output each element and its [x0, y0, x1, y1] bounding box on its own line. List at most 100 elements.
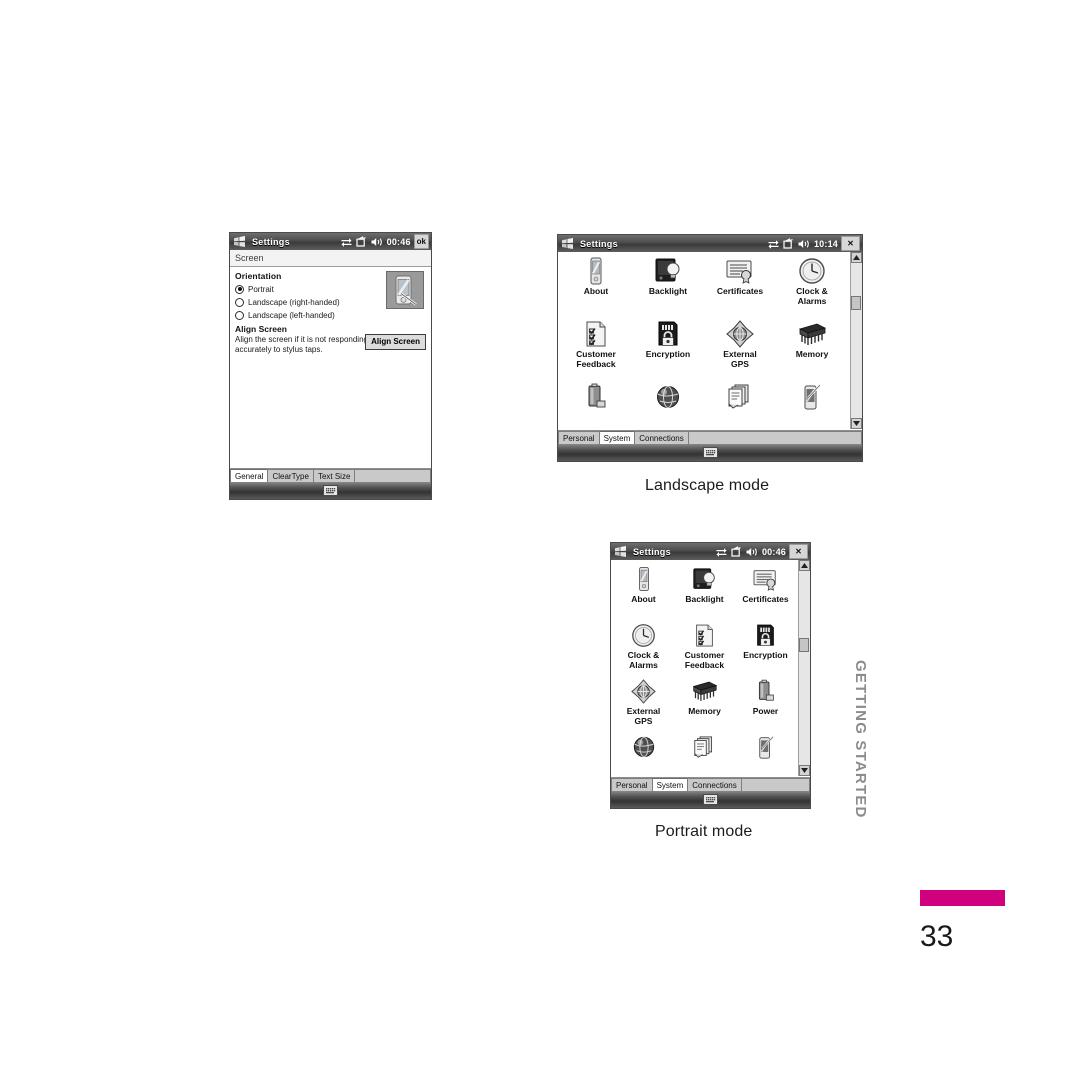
screen-stylus-icon	[801, 382, 823, 412]
settings-icon-grid: About Backlight Certificates Clock & Ala…	[611, 560, 798, 776]
tab-system[interactable]: System	[598, 431, 636, 444]
settings-item-clock-alarms[interactable]: Clock & Alarms	[776, 256, 848, 319]
settings-item-label: Encryption	[743, 650, 788, 660]
globe-compass-icon	[726, 319, 754, 349]
settings-item-about[interactable]: About	[613, 564, 674, 620]
tab-text-size[interactable]: Text Size	[312, 469, 356, 482]
ok-button[interactable]: ok	[413, 234, 429, 249]
settings-item-clock-alarms[interactable]: Clock & Alarms	[613, 620, 674, 676]
globe-compass-icon	[631, 676, 656, 706]
tab-cleartype[interactable]: ClearType	[267, 469, 314, 482]
device-icon	[636, 564, 652, 594]
settings-item-memory[interactable]: Memory	[776, 319, 848, 382]
close-icon[interactable]: ✕	[789, 544, 808, 559]
soft-keyboard-icon[interactable]	[702, 447, 718, 458]
settings-item-certificates[interactable]: Certificates	[704, 256, 776, 319]
vertical-scrollbar[interactable]	[798, 560, 810, 776]
battery-icon	[584, 382, 608, 412]
caption-portrait-mode: Portrait mode	[655, 823, 753, 840]
settings-item-external-gps[interactable]: External GPS	[613, 676, 674, 732]
settings-item-about[interactable]: About	[560, 256, 632, 319]
settings-item-regional-globe[interactable]	[632, 382, 704, 429]
volume-icon[interactable]	[798, 239, 810, 249]
radio-landscape-left[interactable]	[235, 310, 244, 320]
soft-keyboard-icon[interactable]	[323, 485, 338, 496]
tab-system[interactable]: System	[651, 778, 689, 791]
settings-item-certificates[interactable]: Certificates	[735, 564, 796, 620]
scrollbar-thumb[interactable]	[851, 296, 861, 310]
settings-item-memory[interactable]: Memory	[674, 676, 735, 732]
settings-item-regional-settings[interactable]	[704, 382, 776, 429]
settings-item-encryption[interactable]: Encryption	[632, 319, 704, 382]
volume-icon[interactable]	[371, 237, 383, 247]
settings-item-backlight[interactable]: Backlight	[632, 256, 704, 319]
radio-portrait[interactable]	[235, 284, 244, 294]
tabstrip-filler	[354, 469, 431, 482]
scroll-up-icon[interactable]	[799, 560, 810, 571]
tab-connections[interactable]: Connections	[687, 778, 742, 791]
settings-item-label: Clock & Alarms	[627, 650, 660, 670]
radio-landscape-right[interactable]	[235, 297, 244, 307]
scroll-down-icon[interactable]	[851, 418, 862, 429]
tab-personal[interactable]: Personal	[558, 431, 600, 444]
settings-item-label: Clock & Alarms	[796, 286, 828, 306]
globe-icon	[632, 732, 656, 762]
titlebar-status-icons: 00:46	[716, 546, 786, 557]
settings-item-label: Encryption	[645, 349, 691, 359]
settings-item-regional-settings[interactable]	[674, 732, 735, 776]
titlebar-app-title: Settings	[252, 236, 290, 247]
titlebar-status-icons: 10:14	[768, 238, 838, 249]
scroll-down-icon[interactable]	[799, 765, 810, 776]
soft-keyboard-icon[interactable]	[703, 794, 718, 805]
orientation-option-landscape-left[interactable]: Landscape (left-handed)	[235, 309, 426, 321]
settings-icon-grid-area: About Backlight Certificates Clock & Ala…	[558, 252, 862, 429]
align-screen-button[interactable]: Align Screen	[365, 334, 426, 350]
certificate-icon	[725, 256, 755, 286]
volume-icon[interactable]	[746, 547, 758, 557]
settings-item-label: Power	[752, 706, 779, 716]
close-icon[interactable]: ✕	[841, 236, 860, 251]
device-stylus-preview-icon	[386, 271, 424, 309]
settings-item-label: Backlight	[685, 594, 724, 604]
radio-portrait-label: Portrait	[248, 284, 274, 294]
connectivity-icon[interactable]	[716, 547, 727, 557]
settings-item-label: Memory	[795, 349, 829, 359]
settings-item-label: About	[631, 594, 656, 604]
regional-icon	[692, 732, 717, 762]
tab-personal[interactable]: Personal	[611, 778, 653, 791]
align-screen-description: Align the screen if it is not responding…	[235, 335, 368, 354]
globe-icon	[655, 382, 681, 412]
tab-connections[interactable]: Connections	[634, 431, 689, 444]
connectivity-icon[interactable]	[768, 239, 779, 249]
settings-item-external-gps[interactable]: External GPS	[704, 319, 776, 382]
settings-item-power[interactable]: Power	[735, 676, 796, 732]
titlebar-app-title: Settings	[633, 546, 671, 557]
settings-item-screen[interactable]	[735, 732, 796, 776]
settings-item-label: Customer Feedback	[684, 650, 725, 670]
tab-general[interactable]: General	[230, 469, 269, 482]
settings-item-backlight[interactable]: Backlight	[674, 564, 735, 620]
tabstrip-filler	[687, 431, 862, 444]
settings-item-customer-feedback[interactable]: Customer Feedback	[674, 620, 735, 676]
settings-item-screen[interactable]	[776, 382, 848, 429]
titlebar-clock: 00:46	[761, 546, 786, 557]
signal-icon[interactable]	[783, 238, 794, 249]
radio-landscape-right-label: Landscape (right-handed)	[248, 297, 340, 307]
titlebar: Settings	[230, 233, 431, 250]
vertical-scrollbar[interactable]	[850, 252, 862, 429]
settings-item-regional-globe[interactable]	[613, 732, 674, 776]
connectivity-icon[interactable]	[341, 237, 352, 247]
settings-item-customer-feedback[interactable]: Customer Feedback	[560, 319, 632, 382]
portrait-settings-window: Settings 00:46 ✕ About Backlight Certifi…	[610, 542, 811, 809]
scrollbar-thumb[interactable]	[799, 638, 809, 652]
scroll-up-icon[interactable]	[851, 252, 862, 263]
section-label: GETTING STARTED	[852, 660, 869, 819]
device-icon	[587, 256, 605, 286]
screen-settings-body: Orientation Portrait Landscape (right-ha…	[230, 267, 431, 480]
settings-item-encryption[interactable]: Encryption	[735, 620, 796, 676]
settings-icon-grid-area: About Backlight Certificates Clock & Ala…	[611, 560, 810, 776]
settings-item-power[interactable]	[560, 382, 632, 429]
landscape-settings-window: Settings 10:14 ✕ About Backlight Certifi…	[557, 234, 863, 462]
signal-icon[interactable]	[356, 236, 367, 247]
signal-icon[interactable]	[731, 546, 742, 557]
